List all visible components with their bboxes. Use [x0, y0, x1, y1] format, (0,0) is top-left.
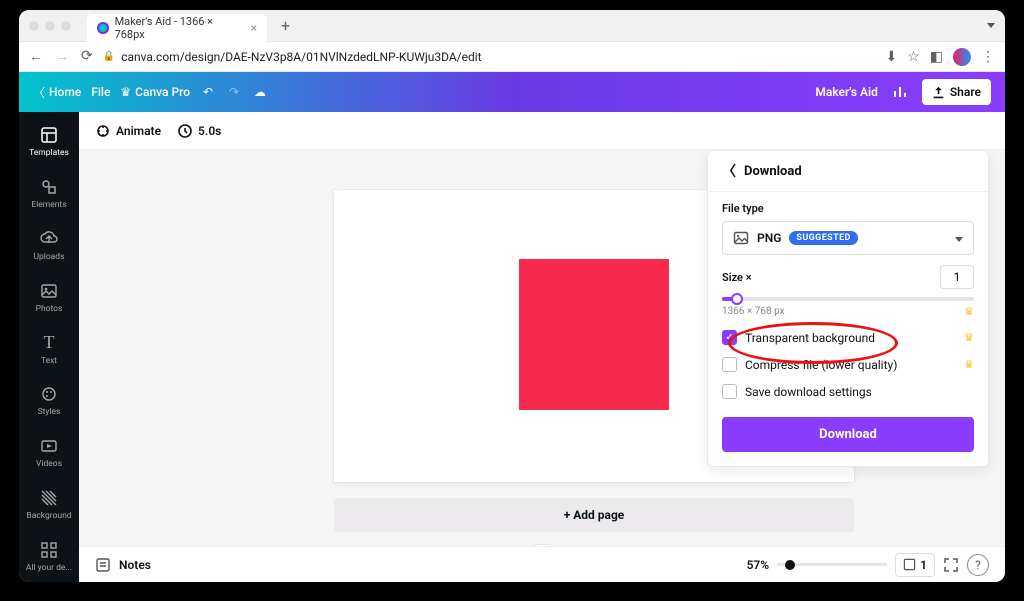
zoom-slider[interactable] [777, 563, 887, 566]
download-button[interactable]: Download [722, 417, 974, 452]
tab-close-icon[interactable]: × [251, 21, 257, 35]
add-page-button[interactable]: + Add page [334, 498, 854, 532]
sidebar-item-templates[interactable]: Templates [19, 116, 79, 168]
sidebar-item-photos[interactable]: Photos [19, 271, 79, 323]
analytics-icon[interactable] [892, 84, 908, 100]
crown-icon: ♛ [964, 305, 974, 318]
red-square-element[interactable] [519, 259, 669, 410]
canva-pro-button[interactable]: ♛ Canva Pro [120, 85, 190, 99]
browser-toolbar: ← → ⟳ 🔒 canva.com/design/DAE-NzV3p8A/01N… [19, 42, 1005, 72]
download-panel: 〈 Download File type PNG SUGGESTED Size … [707, 150, 989, 467]
canvas-viewport[interactable]: + Add page ⌃ 〈 Download File type PNG SU… [79, 150, 1005, 546]
browser-tab-strip: Maker's Aid - 1366 × 768px × + [19, 10, 1005, 42]
compress-checkbox-row[interactable]: Compress file (lower quality) ♛ [722, 357, 974, 372]
help-button[interactable]: ? [967, 554, 989, 576]
zoom-value[interactable]: 57% [747, 558, 770, 572]
grid-icon [39, 540, 59, 560]
home-button[interactable]: 〈 Home [33, 84, 81, 101]
dimensions-text: 1366 × 768 px [722, 306, 785, 317]
page-count-button[interactable]: 1 [895, 553, 935, 577]
styles-icon [39, 384, 59, 404]
duration-button[interactable]: 5.0s [177, 123, 221, 139]
chevron-down-icon [955, 231, 963, 245]
cloud-sync-icon: ☁ [252, 84, 268, 100]
url-text: canva.com/design/DAE-NzV3p8A/01NVlNzdedL… [121, 50, 481, 64]
share-button[interactable]: Share [922, 79, 991, 105]
bottom-bar: Notes 57% 1 ? [79, 546, 1005, 582]
download-icon[interactable]: ⬇ [885, 49, 897, 65]
checkbox-checked-icon: ✓ [722, 330, 737, 345]
page-drawer-handle[interactable]: ⌃ [528, 544, 556, 546]
undo-button[interactable]: ↶ [200, 84, 216, 100]
sidebar-item-background[interactable]: Background [19, 478, 79, 530]
left-sidebar: Templates Elements Uploads Photos T Text… [19, 112, 79, 582]
animate-icon [95, 123, 111, 139]
size-slider[interactable] [722, 297, 974, 301]
crown-icon: ♛ [964, 358, 974, 371]
file-menu[interactable]: File [91, 85, 110, 99]
kebab-menu-icon[interactable]: ⋮ [981, 49, 995, 65]
background-icon [39, 488, 59, 508]
canvas-area: Animate 5.0s + Add page ⌃ 〈 Download [79, 112, 1005, 582]
transparent-bg-checkbox-row[interactable]: ✓ Transparent background ♛ [722, 330, 974, 345]
new-tab-button[interactable]: + [281, 16, 290, 35]
clock-icon [177, 123, 193, 139]
image-file-icon [733, 230, 749, 246]
app-header: 〈 Home File ♛ Canva Pro ↶ ↷ ☁ Maker's Ai… [19, 72, 1005, 112]
save-settings-checkbox-row[interactable]: Save download settings [722, 384, 974, 399]
size-multiplier-input[interactable] [940, 265, 974, 289]
suggested-badge: SUGGESTED [789, 231, 857, 245]
panel-back-button[interactable]: 〈 [722, 161, 736, 181]
profile-avatar[interactable] [953, 48, 971, 66]
animate-button[interactable]: Animate [95, 123, 161, 139]
sidebar-item-text[interactable]: T Text [19, 323, 79, 375]
sidebar-item-styles[interactable]: Styles [19, 375, 79, 427]
lock-icon: 🔒 [103, 51, 115, 62]
sidebar-item-elements[interactable]: Elements [19, 168, 79, 220]
chevron-down-icon[interactable] [987, 23, 995, 28]
text-icon: T [39, 333, 59, 353]
file-type-label: File type [722, 202, 974, 215]
sidebar-item-uploads[interactable]: Uploads [19, 220, 79, 272]
panel-title: Download [744, 164, 802, 179]
videos-icon [39, 436, 59, 456]
tab-title: Maker's Aid - 1366 × 768px [115, 15, 239, 41]
pages-icon [903, 558, 916, 571]
canva-favicon [97, 22, 109, 34]
uploads-icon [39, 229, 59, 249]
project-name[interactable]: Maker's Aid [815, 85, 878, 99]
address-bar[interactable]: 🔒 canva.com/design/DAE-NzV3p8A/01NVlNzde… [103, 50, 876, 64]
reload-button[interactable]: ⟳ [81, 48, 93, 65]
sidebar-item-videos[interactable]: Videos [19, 427, 79, 479]
crown-icon: ♛ [120, 85, 131, 99]
canvas-toolbar: Animate 5.0s [79, 112, 1005, 150]
elements-icon [39, 177, 59, 197]
extension-icon[interactable]: ◧ [930, 49, 943, 65]
forward-button[interactable]: → [55, 48, 69, 65]
photos-icon [39, 281, 59, 301]
back-button[interactable]: ← [29, 48, 43, 65]
bookmark-icon[interactable]: ☆ [907, 49, 920, 65]
templates-icon [39, 125, 59, 145]
checkbox-icon [722, 384, 737, 399]
share-arrow-icon [932, 86, 945, 99]
crown-icon: ♛ [964, 331, 974, 344]
file-type-select[interactable]: PNG SUGGESTED [722, 221, 974, 255]
fullscreen-icon[interactable] [943, 557, 959, 573]
sidebar-item-all-designs[interactable]: All your de... [19, 530, 79, 582]
size-label: Size × [722, 271, 752, 284]
redo-button[interactable]: ↷ [226, 84, 242, 100]
window-traffic-lights[interactable] [29, 21, 71, 31]
notes-button[interactable]: Notes [119, 558, 151, 572]
checkbox-icon [722, 357, 737, 372]
notes-icon [95, 557, 111, 573]
browser-tab[interactable]: Maker's Aid - 1366 × 768px × [87, 14, 267, 42]
chevron-left-icon: 〈 [33, 84, 45, 101]
